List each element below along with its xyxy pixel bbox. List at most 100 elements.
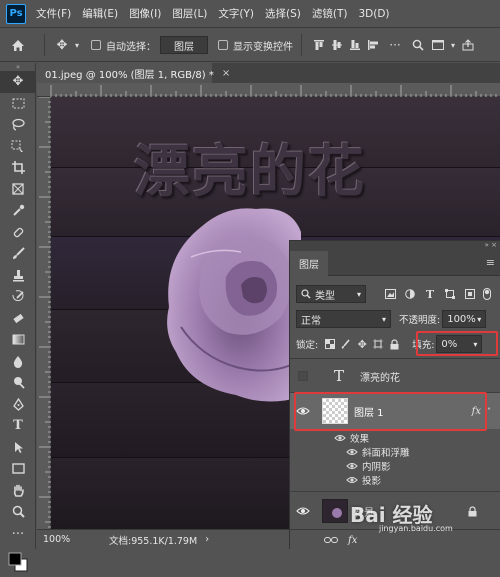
- brush-tool-icon[interactable]: [0, 243, 36, 265]
- opacity-field[interactable]: 100% ▾: [442, 310, 487, 328]
- menu-filter[interactable]: 滤镜(T): [312, 6, 348, 21]
- lock-transparent-icon[interactable]: [322, 339, 338, 349]
- type-tool-icon[interactable]: T: [0, 415, 36, 437]
- history-brush-tool-icon[interactable]: [0, 286, 36, 308]
- close-icon[interactable]: ×: [222, 68, 230, 79]
- filter-smartobject-icon[interactable]: [460, 289, 480, 299]
- menu-bar: Ps 文件(F) 编辑(E) 图像(I) 图层(L) 文字(Y) 选择(S) 滤…: [0, 0, 500, 28]
- align-vcenter-icon[interactable]: [328, 39, 346, 51]
- workspace-icon[interactable]: [428, 40, 448, 50]
- lock-position-icon[interactable]: ✥: [354, 338, 370, 351]
- stamp-tool-icon[interactable]: [0, 265, 36, 287]
- menu-file[interactable]: 文件(F): [36, 6, 71, 21]
- dodge-tool-icon[interactable]: [0, 372, 36, 394]
- lock-all-icon[interactable]: [386, 338, 402, 350]
- tab-layers[interactable]: 图层: [290, 251, 328, 276]
- visibility-toggle-off[interactable]: [298, 371, 308, 381]
- search-icon: [301, 289, 311, 299]
- text-layer-icon: T: [333, 367, 344, 385]
- lock-image-icon[interactable]: [338, 339, 354, 349]
- effect-name: 内阴影: [362, 462, 391, 473]
- edit-toolbar-icon[interactable]: ···: [0, 523, 36, 547]
- search-icon[interactable]: [408, 39, 428, 51]
- panel-collapse-bar[interactable]: » ×: [290, 241, 500, 251]
- align-top-icon[interactable]: [310, 39, 328, 51]
- move-tool-icon[interactable]: ✥: [0, 71, 36, 93]
- share-icon[interactable]: [458, 39, 478, 51]
- filter-adjustment-icon[interactable]: [400, 289, 420, 299]
- tools-panel: » ✥ T ···: [0, 63, 36, 571]
- eye-icon[interactable]: [296, 506, 310, 516]
- filter-type-icon[interactable]: T: [420, 288, 440, 301]
- chevron-down-icon[interactable]: ▾: [71, 41, 83, 50]
- lasso-tool-icon[interactable]: [0, 114, 36, 136]
- add-style-icon[interactable]: fx: [348, 535, 357, 546]
- zoom-level[interactable]: 100%: [37, 534, 95, 545]
- marquee-tool-icon[interactable]: [0, 93, 36, 115]
- vertical-ruler[interactable]: [37, 97, 51, 529]
- home-icon[interactable]: [0, 39, 36, 52]
- effect-bevel-row[interactable]: 斜面和浮雕: [290, 445, 500, 459]
- filter-shape-icon[interactable]: [440, 289, 460, 299]
- lock-label: 锁定:: [296, 340, 319, 351]
- eraser-tool-icon[interactable]: [0, 308, 36, 330]
- menu-layer[interactable]: 图层(L): [172, 6, 207, 21]
- blur-tool-icon[interactable]: [0, 351, 36, 373]
- align-bottom-icon[interactable]: [346, 39, 364, 51]
- link-layers-icon[interactable]: [324, 535, 338, 545]
- zoom-tool-icon[interactable]: [0, 501, 36, 523]
- menu-image[interactable]: 图像(I): [129, 6, 161, 21]
- rectangle-tool-icon[interactable]: [0, 458, 36, 480]
- eye-icon[interactable]: [334, 434, 346, 442]
- collapse-icon[interactable]: »: [0, 63, 36, 71]
- menu-select[interactable]: 选择(S): [265, 6, 301, 21]
- auto-select-dropdown[interactable]: 图层: [160, 36, 208, 54]
- background-thumbnail[interactable]: [322, 499, 348, 523]
- opacity-label: 不透明度:: [399, 315, 441, 326]
- healing-brush-tool-icon[interactable]: [0, 222, 36, 244]
- lock-icon[interactable]: [468, 505, 477, 517]
- status-menu-arrow[interactable]: ›: [205, 534, 209, 545]
- pen-tool-icon[interactable]: [0, 394, 36, 416]
- show-transform-checkbox[interactable]: [218, 40, 228, 50]
- frame-tool-icon[interactable]: [0, 179, 36, 201]
- eyedropper-tool-icon[interactable]: [0, 200, 36, 222]
- eye-icon[interactable]: [346, 476, 358, 484]
- effect-drop-shadow-row[interactable]: 投影: [290, 473, 500, 487]
- panel-menu-icon[interactable]: ≡: [486, 256, 495, 269]
- lock-artboard-icon[interactable]: [370, 339, 386, 349]
- layer-row-text[interactable]: T 漂亮的花: [290, 360, 500, 393]
- layer-highlight: [294, 392, 487, 431]
- document-size: 文档:955.1K/1.79M: [109, 535, 198, 547]
- layer-kind-filter[interactable]: 类型 ▾: [296, 285, 366, 303]
- gradient-tool-icon[interactable]: [0, 329, 36, 351]
- eye-icon[interactable]: [346, 448, 358, 456]
- path-select-tool-icon[interactable]: [0, 437, 36, 459]
- effect-inner-shadow-row[interactable]: 内阴影: [290, 459, 500, 473]
- crop-tool-icon[interactable]: [0, 157, 36, 179]
- filter-toggle-icon[interactable]: [480, 288, 494, 300]
- document-tab-title: 01.jpeg @ 100% (图层 1, RGB/8) *: [45, 69, 214, 81]
- horizontal-ruler[interactable]: [37, 83, 500, 97]
- filter-pixel-icon[interactable]: [380, 289, 400, 299]
- menu-3d[interactable]: 3D(D): [358, 8, 389, 20]
- photoshop-logo[interactable]: Ps: [6, 3, 26, 24]
- more-options-icon[interactable]: ···: [386, 38, 404, 52]
- blend-mode-select[interactable]: 正常 ▾: [296, 310, 391, 328]
- align-left-icon[interactable]: [364, 39, 382, 51]
- blend-mode-value: 正常: [301, 315, 321, 327]
- move-tool-icon[interactable]: ✥: [53, 38, 71, 53]
- document-tab[interactable]: 01.jpeg @ 100% (图层 1, RGB/8) * ×: [37, 63, 230, 83]
- effects-row[interactable]: 效果: [290, 431, 500, 445]
- hand-tool-icon[interactable]: [0, 480, 36, 502]
- show-transform-label: 显示变换控件: [233, 41, 293, 53]
- menu-type[interactable]: 文字(Y): [218, 6, 254, 21]
- eye-icon[interactable]: [346, 462, 358, 470]
- chevron-down-icon[interactable]: ▾: [448, 41, 458, 50]
- color-swatches[interactable]: [0, 547, 36, 577]
- layer-name[interactable]: 漂亮的花: [360, 369, 400, 384]
- object-select-tool-icon[interactable]: [0, 136, 36, 158]
- menu-edit[interactable]: 编辑(E): [82, 6, 118, 21]
- auto-select-checkbox[interactable]: [91, 40, 101, 50]
- chevron-up-icon[interactable]: ˄: [487, 407, 491, 416]
